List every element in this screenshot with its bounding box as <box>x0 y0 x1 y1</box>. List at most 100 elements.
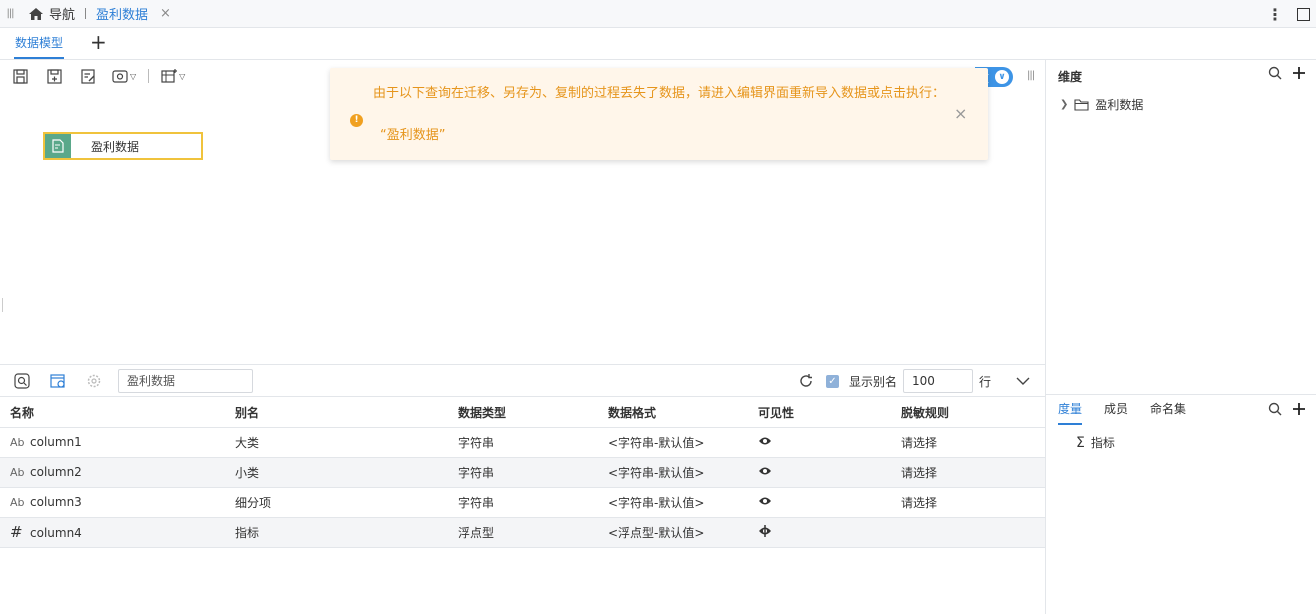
close-tab-icon[interactable]: × <box>160 6 171 21</box>
table-header-row: 名称 别名 数据类型 数据格式 可见性 脱敏规则 <box>0 398 1045 428</box>
save-as-icon[interactable] <box>44 66 64 86</box>
resize-handle[interactable] <box>2 298 3 312</box>
field-name: column2 <box>30 465 82 479</box>
field-name: column4 <box>30 526 82 540</box>
window-controls: ⋮ <box>1267 0 1316 28</box>
number-type-icon: # <box>10 523 23 541</box>
top-bar: ||| 导航 盈利数据 × ⋮ <box>0 0 1316 28</box>
field-format[interactable]: <字符串-默认值> <box>598 487 748 518</box>
field-alias[interactable]: 大类 <box>225 427 448 458</box>
row-unit-label: 行 <box>978 374 991 389</box>
show-alias-checkbox[interactable]: ✓ <box>825 374 839 388</box>
column-header-name: 名称 <box>0 398 225 428</box>
field-format[interactable]: <浮点型-默认值> <box>598 517 748 548</box>
column-header-alias: 别名 <box>225 398 448 428</box>
column-header-visibility: 可见性 <box>748 398 891 428</box>
settings-dropdown[interactable]: ▽ <box>112 69 136 84</box>
preview-icon[interactable] <box>14 373 30 389</box>
add-icon[interactable] <box>1292 402 1306 416</box>
grid-toolbar-right: ✓ 显示别名 100 行 <box>798 369 1031 393</box>
chevron-down-icon[interactable] <box>1015 376 1031 386</box>
field-type[interactable]: 浮点型 <box>448 517 598 548</box>
show-alias-label: 显示别名 <box>848 374 897 389</box>
field-settings-icon[interactable] <box>50 373 66 389</box>
eye-icon[interactable] <box>758 466 772 476</box>
chevron-right-icon[interactable]: ❯ <box>1060 99 1068 110</box>
tab-named-sets[interactable]: 命名集 <box>1150 395 1186 425</box>
field-type[interactable]: 字符串 <box>448 487 598 518</box>
document-tab[interactable]: 盈利数据 × <box>96 0 171 28</box>
visibility-cell <box>748 427 891 458</box>
collapse-grip-icon[interactable]: ||| <box>1027 70 1035 81</box>
field-grid-toolbar: 盈利数据 ✓ 显示别名 100 行 <box>0 365 1045 397</box>
alert-query-name: “盈利数据” <box>380 128 446 143</box>
string-type-icon: Ab <box>10 466 25 479</box>
panel-grip-icon[interactable]: ||| <box>2 8 18 19</box>
model-tab-row: 数据模型 + <box>0 29 1316 60</box>
search-icon[interactable] <box>1268 66 1282 80</box>
field-alias[interactable]: 细分项 <box>225 487 448 518</box>
field-format[interactable]: <字符串-默认值> <box>598 457 748 488</box>
tab-data-model[interactable]: 数据模型 <box>14 28 65 59</box>
tab-members[interactable]: 成员 <box>1104 395 1128 425</box>
visibility-cell <box>748 517 891 548</box>
query-node-label: 盈利数据 <box>91 139 140 154</box>
editor-toolbar: ▽ ▽ <box>10 66 193 86</box>
chevron-down-icon: ▽ <box>179 71 186 81</box>
add-tab-button[interactable]: + <box>90 28 107 59</box>
chevron-down-icon: ∨ <box>995 70 1009 84</box>
sigma-icon: Σ <box>1076 434 1085 451</box>
eye-half-icon[interactable] <box>758 524 772 537</box>
edit-sql-icon[interactable] <box>78 66 98 86</box>
dimension-tree-item[interactable]: ❯ 盈利数据 <box>1060 96 1143 113</box>
add-icon[interactable] <box>1292 66 1306 80</box>
add-table-icon <box>161 68 178 83</box>
masking-rule-select[interactable]: 请选择 <box>891 487 1045 518</box>
measure-pane-ops <box>1268 402 1306 416</box>
table-row[interactable]: Ab column2 小类 字符串 <字符串-默认值> 请选择 <box>0 457 1045 488</box>
add-table-dropdown[interactable]: ▽ <box>161 68 186 84</box>
home-icon <box>29 7 43 20</box>
refresh-icon[interactable] <box>798 373 814 389</box>
document-tab-label: 盈利数据 <box>96 8 149 23</box>
field-alias[interactable]: 小类 <box>225 457 448 488</box>
eye-icon[interactable] <box>758 496 772 506</box>
measure-item[interactable]: Σ 指标 <box>1076 434 1115 451</box>
close-icon[interactable]: × <box>954 104 967 123</box>
gear-icon <box>112 69 128 83</box>
table-row[interactable]: # column4 指标 浮点型 <浮点型-默认值> <box>0 517 1045 548</box>
warning-alert: ! 由于以下查询在迁移、另存为、复制的过程丢失了数据，请进入编辑界面重新导入数据… <box>330 68 988 160</box>
dimension-pane-ops <box>1268 66 1306 80</box>
measure-item-label: 指标 <box>1090 436 1115 450</box>
row-count-input[interactable]: 100 <box>902 369 973 393</box>
tab-measures[interactable]: 度量 <box>1058 395 1083 425</box>
masking-rule-select[interactable]: 请选择 <box>891 457 1045 488</box>
nav-tab[interactable]: 导航 <box>28 0 75 28</box>
field-table: 名称 别名 数据类型 数据格式 可见性 脱敏规则 Ab column1 大类 字符… <box>0 398 1045 548</box>
warning-icon: ! <box>350 114 363 127</box>
chevron-down-icon: ▽ <box>130 71 137 81</box>
field-type[interactable]: 字符串 <box>448 427 598 458</box>
query-select-input[interactable]: 盈利数据 <box>118 369 253 393</box>
query-file-icon <box>45 134 71 158</box>
gear-icon[interactable] <box>86 373 102 389</box>
query-node[interactable]: 盈利数据 <box>43 132 203 160</box>
save-icon[interactable] <box>10 66 30 86</box>
field-format[interactable]: <字符串-默认值> <box>598 427 748 458</box>
masking-rule-select[interactable]: 请选择 <box>891 427 1045 458</box>
field-name: column3 <box>30 495 82 509</box>
table-row[interactable]: Ab column3 细分项 字符串 <字符串-默认值> 请选择 <box>0 487 1045 518</box>
tab-separator <box>85 8 87 19</box>
eye-icon[interactable] <box>758 436 772 446</box>
table-row[interactable]: Ab column1 大类 字符串 <字符串-默认值> 请选择 <box>0 427 1045 458</box>
maximize-icon[interactable] <box>1297 7 1310 21</box>
side-panel: 维度 ❯ 盈利数据 度量 成员 命名集 Σ 指标 <box>1045 60 1316 614</box>
search-icon[interactable] <box>1268 402 1282 416</box>
field-type[interactable]: 字符串 <box>448 457 598 488</box>
visibility-cell <box>748 457 891 488</box>
visibility-cell <box>748 487 891 518</box>
field-alias[interactable]: 指标 <box>225 517 448 548</box>
more-menu-icon[interactable]: ⋮ <box>1267 5 1283 24</box>
column-header-format: 数据格式 <box>598 398 748 428</box>
masking-rule-select[interactable] <box>891 517 1045 548</box>
